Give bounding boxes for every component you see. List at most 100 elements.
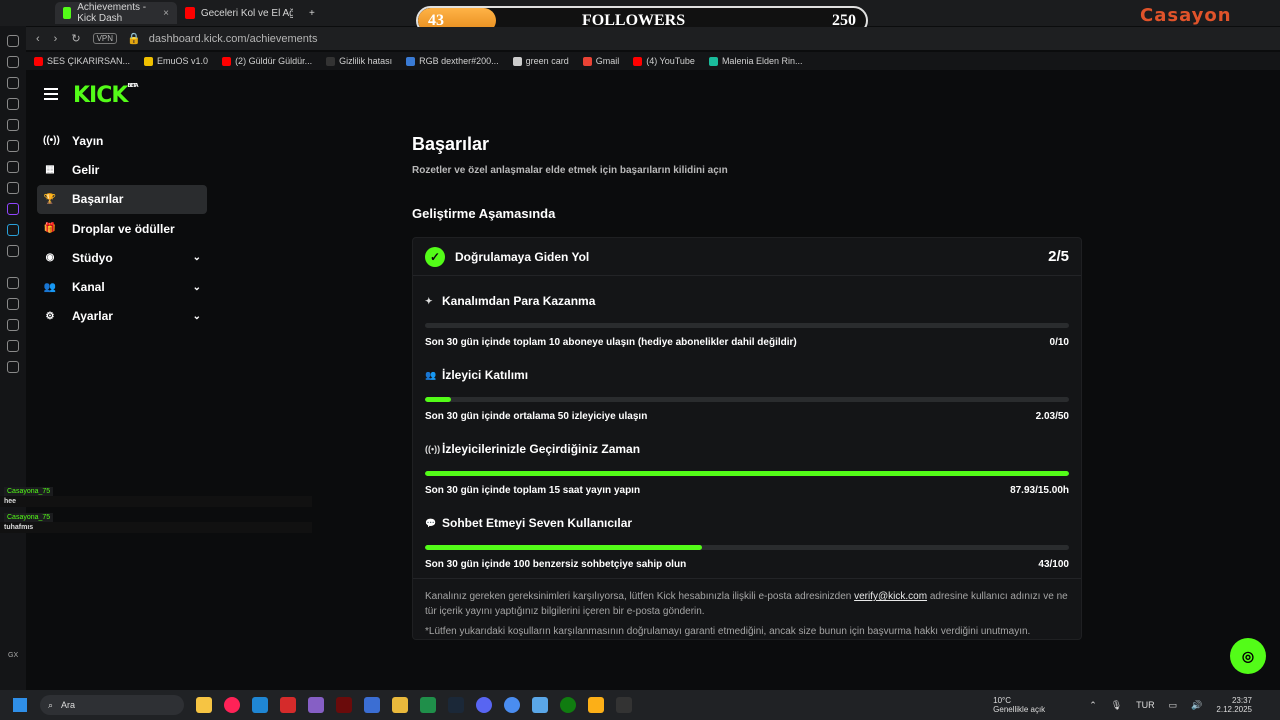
vpn-badge[interactable]: VPN [92, 33, 118, 44]
achievement-task: ((•)) İzleyicilerinizle Geçirdiğiniz Zama… [413, 424, 1081, 498]
chevron-down-icon[interactable]: ⌄ [193, 282, 201, 293]
bookmark-item[interactable]: SES ÇIKARIRSAN... [34, 56, 130, 66]
language-indicator[interactable]: TUR [1136, 700, 1155, 710]
bookmark-item[interactable]: Malenia Elden Rin... [708, 56, 803, 66]
sidebar-item-6[interactable]: ⚙ Ayarlar ⌄ [37, 302, 207, 331]
news-icon[interactable] [7, 119, 19, 131]
achievement-task: 💬 Sohbet Etmeyi Seven Kullanıcılar Son 30 … [413, 498, 1081, 572]
gear-icon[interactable] [7, 361, 19, 373]
sidebar-item-1[interactable]: ▦ Gelir [37, 155, 207, 184]
x-icon[interactable] [7, 245, 19, 257]
chat-username: Casayona_75 [4, 487, 54, 496]
rockstar-icon[interactable] [588, 697, 604, 713]
bookmark-label: Gizlilik hatası [339, 56, 393, 66]
bookmark-item[interactable]: (4) YouTube [633, 56, 695, 66]
gaming-icon[interactable] [7, 56, 19, 68]
twitch-icon[interactable] [7, 203, 19, 215]
sidebar-item-0[interactable]: ((•)) Yayın [37, 126, 207, 155]
save-icon[interactable] [364, 697, 380, 713]
home-icon[interactable] [7, 35, 19, 47]
file-explorer-icon[interactable] [196, 697, 212, 713]
tab-achievements[interactable]: Achievements - Kick Dash × [55, 2, 177, 24]
m-icon[interactable] [7, 161, 19, 173]
menu-icon[interactable] [44, 88, 58, 103]
visual-studio-icon[interactable] [308, 697, 324, 713]
reload-icon[interactable]: ↻ [71, 32, 80, 45]
bookmark-item[interactable]: EmuOS v1.0 [144, 56, 208, 66]
support-chat-button[interactable]: ◎ [1230, 638, 1266, 674]
app-red-icon[interactable] [280, 697, 296, 713]
close-tab-icon[interactable]: × [163, 8, 169, 19]
bookmark-label: RGB dexther#200... [419, 56, 499, 66]
bookmark-favicon-icon [512, 56, 522, 66]
chrome-icon[interactable] [504, 697, 520, 713]
chevron-up-icon[interactable]: ⌃ [1089, 700, 1097, 711]
sidebar-item-5[interactable]: 👥 Kanal ⌄ [37, 272, 207, 301]
nav-icon: ⚙ [45, 310, 55, 322]
discord-icon[interactable] [476, 697, 492, 713]
edge-icon[interactable] [252, 697, 268, 713]
network-icon[interactable]: ▭ [1169, 700, 1178, 711]
bookmark-label: EmuOS v1.0 [157, 56, 209, 66]
windows-start-icon[interactable] [13, 698, 27, 712]
section-title: Geliştirme Aşamasında [412, 206, 556, 221]
settings-icon[interactable] [7, 277, 19, 289]
weather-widget[interactable]: 10°C Genellikle açık [993, 696, 1045, 714]
sidebar-item-label: Kanal [72, 280, 105, 295]
task-icon: 👥 [425, 369, 437, 380]
clock[interactable]: 23:37 2.12.2025 [1216, 696, 1252, 714]
folder-icon[interactable] [392, 697, 408, 713]
task-description: Son 30 gün içinde toplam 10 aboneye ulaş… [425, 337, 797, 348]
kick-dashboard: KICKBETA ((•)) Yayın ▦ Gelir 🏆 Başarılar 🎁 Drop… [26, 70, 1280, 690]
microphone-icon[interactable]: 🎙 [1111, 700, 1122, 711]
app-dark-icon[interactable] [336, 697, 352, 713]
clock-time: 23:37 [1231, 696, 1252, 705]
bookmark-favicon-icon [222, 56, 232, 66]
opera-gx-icon[interactable] [224, 697, 240, 713]
verify-email-link[interactable]: verify@kick.com [854, 591, 927, 602]
bookmark-item[interactable]: Gmail [582, 56, 619, 66]
forward-icon[interactable]: › [54, 33, 58, 45]
history-icon[interactable] [7, 319, 19, 331]
task-title-text: Sohbet Etmeyi Seven Kullanıcılar [442, 516, 633, 530]
sync-icon[interactable] [7, 98, 19, 110]
spreadsheet-icon[interactable] [420, 697, 436, 713]
pin-icon[interactable] [7, 298, 19, 310]
obs-icon[interactable] [616, 697, 632, 713]
bookmark-item[interactable]: Gizlilik hatası [326, 56, 392, 66]
address-bar[interactable]: ‹ › ↻ VPN 🔒 dashboard.kick.com/achieveme… [26, 27, 1280, 50]
chat-message: Casayona_75 hee [0, 487, 312, 507]
notepad-icon[interactable] [532, 697, 548, 713]
telegram-icon[interactable] [7, 224, 19, 236]
url-text[interactable]: dashboard.kick.com/achievements [149, 33, 318, 45]
task-progress-fill [425, 471, 1069, 476]
xbox-icon[interactable] [560, 697, 576, 713]
sidebar-item-3[interactable]: 🎁 Droplar ve ödüller [37, 214, 207, 243]
chevron-down-icon[interactable]: ⌄ [193, 252, 201, 263]
bookmark-item[interactable]: green card [512, 56, 569, 66]
back-icon[interactable]: ‹ [36, 33, 40, 45]
kick-logo[interactable]: KICKBETA [73, 83, 139, 108]
sidebar-item-label: Gelir [72, 162, 100, 177]
steam-icon[interactable] [448, 697, 464, 713]
task-progress-bar [425, 545, 1069, 550]
tab-youtube[interactable]: Geceleri Kol ve El Ağrısıy [177, 2, 301, 24]
player-icon[interactable] [7, 77, 19, 89]
new-tab-button[interactable]: + [301, 2, 323, 24]
extensions-icon[interactable] [7, 340, 19, 352]
chevron-down-icon[interactable]: ⌄ [193, 311, 201, 322]
task-title-text: İzleyicilerinizle Geçirdiğiniz Zaman [442, 442, 641, 456]
taskbar-search[interactable]: ⌕ Ara [40, 695, 184, 715]
sidebar-item-2[interactable]: 🏆 Başarılar [37, 184, 207, 214]
sidebar-item-4[interactable]: ◉ Stüdyo ⌄ [37, 243, 207, 272]
bookmark-item[interactable]: (2) Güldür Güldür... [222, 56, 312, 66]
wallet-icon[interactable] [7, 140, 19, 152]
bookmark-item[interactable]: RGB dexther#200... [406, 56, 499, 66]
task-icon: ✦ [425, 295, 433, 306]
arc-icon[interactable] [7, 182, 19, 194]
verification-card: ✓ Doğrulamaya Giden Yol 2/5 ✦ Kanalımdan … [412, 237, 1082, 640]
volume-icon[interactable]: 🔊 [1191, 700, 1202, 711]
sidebar-nav: ((•)) Yayın ▦ Gelir 🏆 Başarılar 🎁 Droplar ve öd… [37, 126, 207, 331]
task-value: 2.03/50 [1035, 411, 1069, 422]
bookmark-label: Malenia Elden Rin... [721, 56, 803, 66]
